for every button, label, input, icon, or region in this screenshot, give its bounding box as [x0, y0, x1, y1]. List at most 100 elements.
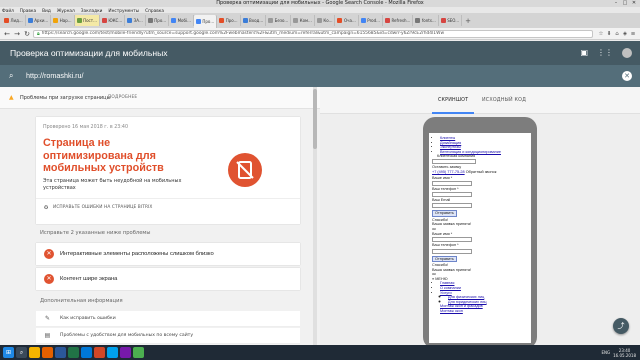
back-icon[interactable]: ← [3, 30, 11, 38]
app-header: Проверка оптимизации для мобильных ▣ ⋮⋮ [0, 41, 640, 65]
search-icon: ⌕ [9, 71, 14, 80]
tab-favicon-icon [337, 18, 343, 23]
issues-text: Проблемы при загрузке страницы [20, 95, 111, 101]
tab-label: Вход... [249, 18, 264, 23]
problem-item[interactable]: ✕ Интерактивные элементы расположены сли… [36, 243, 300, 265]
account-avatar-icon[interactable] [622, 48, 632, 58]
browser-tab[interactable]: Ко... [315, 15, 336, 26]
start-icon[interactable]: ⊞ [3, 347, 14, 358]
reload-icon[interactable]: ↻ [23, 30, 31, 38]
hamburger-menu-icon[interactable]: ≡ [629, 30, 637, 38]
screenshot-input [432, 180, 472, 186]
tab-label: fonts... [421, 18, 436, 23]
site-wide-issues-label: Проблемы с удобством для мобильных по вс… [60, 333, 194, 338]
site-wide-issues-row[interactable]: ▤ Проблемы с удобством для мобильных по … [36, 328, 300, 344]
browser-tab[interactable]: Про... [193, 15, 218, 28]
browser-tab[interactable]: Про... [146, 15, 170, 26]
company-name: Клиентская компания [437, 154, 476, 159]
browser-tab[interactable]: Refresh... [383, 15, 414, 26]
tab-screenshot[interactable]: СКРИНШОТ [431, 87, 475, 114]
system-tray: ENG 23:40 16.05.2018 [598, 345, 636, 360]
close-icon[interactable]: ✕ [622, 71, 632, 81]
browser-tab[interactable]: ЮКС... [100, 15, 126, 26]
lang-indicator[interactable]: ENG [601, 350, 610, 355]
apps-grid-icon[interactable]: ⋮⋮ [597, 48, 613, 58]
clock[interactable]: 23:40 16.05.2018 [613, 348, 636, 358]
file-explorer-icon[interactable] [29, 347, 40, 358]
phone-label: Ваш телефон * [432, 186, 459, 191]
page-title: Проверка оптимизации для мобильных [10, 48, 168, 58]
browser-tab[interactable]: Лид... [2, 15, 26, 26]
forward-icon[interactable]: → [13, 30, 21, 38]
school-icon: ✎ [44, 315, 51, 322]
browser-tab[interactable]: Ком... [291, 15, 315, 26]
problem-label: Интерактивные элементы расположены слишк… [60, 251, 214, 257]
browser-tab[interactable]: Безо... [266, 15, 292, 26]
tab-favicon-icon [219, 18, 225, 23]
tab-label: Про... [202, 19, 215, 24]
browser-tab[interactable]: Вход... [241, 15, 267, 26]
app-icon[interactable] [94, 347, 105, 358]
tab-favicon-icon [147, 18, 153, 23]
browser-tab[interactable]: Про... [217, 15, 241, 26]
checked-timestamp: Проверено 16 мая 2018 г. в 23:40 [43, 125, 129, 130]
firefox-icon[interactable] [42, 347, 53, 358]
excel-icon[interactable] [68, 347, 79, 358]
app-icon[interactable] [133, 347, 144, 358]
word-icon[interactable] [55, 347, 66, 358]
browser-tab[interactable]: ЗА... [125, 15, 146, 26]
nav-list: Клиенты Дизайнация Экспертизы Вентиляция… [432, 136, 528, 154]
navigation-bar: ← → ↻ 🔒︎ https://search.google.com/test/… [0, 28, 640, 40]
minimize-icon[interactable]: – [612, 1, 620, 6]
preview-pane: СКРИНШОТ ИСХОДНЫЙ КОД Клиенты Дизайнация… [320, 87, 640, 349]
tested-url-bar: ⌕ http://romashki.ru/ ✕ [0, 65, 640, 87]
phone-link: +7 (495) 777-75-28 [432, 170, 465, 175]
how-to-fix-row[interactable]: ✎ Как исправить ошибки [36, 311, 300, 327]
home-icon[interactable]: ⌂ [613, 30, 621, 38]
tab-label: Ко... [323, 18, 333, 23]
email-label: Ваш Email [432, 197, 451, 202]
problem-item[interactable]: ✕ Контент шире экрана [36, 268, 300, 290]
feedback-icon[interactable]: ▣ [580, 48, 588, 58]
maximize-icon[interactable]: □ [621, 1, 629, 6]
scrollbar-thumb[interactable] [313, 89, 317, 149]
tab-source-code[interactable]: ИСХОДНЫЙ КОД [482, 87, 526, 114]
skype-icon[interactable] [107, 347, 118, 358]
fix-errors-link[interactable]: ИСПРАВЬТЕ ОШИБКИ НА СТРАНИЦЕ BITRIX [53, 203, 152, 213]
share-button[interactable]: ⤴ [613, 318, 629, 334]
download-icon[interactable]: ⬇ [605, 30, 613, 38]
search-taskbar-icon[interactable]: ⌕ [16, 347, 27, 358]
app-icon[interactable] [81, 347, 92, 358]
not-mobile-friendly-icon [228, 153, 262, 187]
browser-tab[interactable]: SEO... [439, 15, 463, 26]
browser-tab[interactable]: Мобі... [169, 15, 194, 26]
app-icon[interactable] [120, 347, 131, 358]
tested-url[interactable]: http://romashki.ru/ [26, 65, 84, 87]
results-scrollbar[interactable] [313, 87, 317, 345]
close-window-icon[interactable]: ✕ [630, 1, 638, 6]
problem-label: Контент шире экрана [60, 276, 118, 282]
address-bar[interactable]: 🔒︎ https://search.google.com/test/mobile… [33, 29, 593, 38]
clock-date: 16.05.2018 [613, 352, 636, 358]
screenshot-input [432, 159, 476, 165]
browser-tab[interactable]: Пост... [74, 15, 100, 26]
tab-favicon-icon [76, 18, 82, 23]
browser-tab[interactable]: Нар... [51, 15, 75, 26]
card-divider [36, 198, 300, 199]
browser-tab[interactable]: Prod... [359, 15, 383, 26]
tab-label: ЮКС... [108, 18, 123, 23]
name-label: Ваше имя * [432, 175, 453, 180]
browser-tab[interactable]: Оча... [335, 15, 359, 26]
menu-list: Главная О компании Услуги Для физических… [432, 281, 528, 313]
pocket-icon[interactable]: ◈ [621, 30, 629, 38]
window-titlebar: Проверка оптимизации для мобильных - Goo… [0, 0, 640, 7]
tab-label: Безо... [274, 18, 289, 23]
bookmark-star-icon[interactable]: ☆ [597, 30, 605, 38]
browser-tab[interactable]: Архи... [26, 15, 52, 26]
details-link[interactable]: ПОДРОБНЕЕ [108, 87, 137, 109]
new-tab-icon[interactable]: + [462, 17, 474, 25]
browser-tab[interactable]: fonts... [413, 15, 439, 26]
nav-link: Дизайнация [440, 140, 462, 145]
tab-favicon-icon [293, 18, 299, 23]
tab-label: Refresh... [391, 18, 411, 23]
